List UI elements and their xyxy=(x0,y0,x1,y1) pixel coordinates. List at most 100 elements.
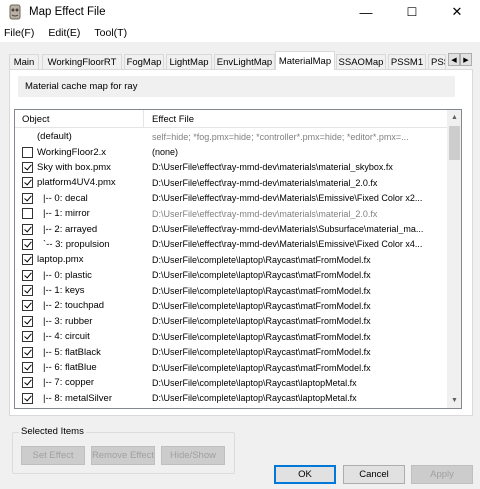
table-row[interactable]: `-- 3: propulsion D:\UserFile\effect\ray-… xyxy=(15,237,447,252)
row-checkbox[interactable] xyxy=(22,377,33,389)
table-row[interactable]: |-- 7: copper D:\UserFile\complete\laptop… xyxy=(15,375,447,390)
effect-file-cell: (none) xyxy=(152,147,179,158)
ok-button[interactable]: OK xyxy=(274,465,336,484)
table-row[interactable]: |-- 1: mirror D:\UserFile\effect\ray-mmd-… xyxy=(15,206,447,221)
app-icon xyxy=(9,4,21,20)
object-name: |-- 9: metalBlack xyxy=(43,408,111,409)
object-cell: |-- 2: arrayed xyxy=(15,223,144,235)
row-checkbox[interactable] xyxy=(22,392,33,404)
row-checkbox[interactable] xyxy=(22,300,33,312)
object-effect-list[interactable]: Object Effect File (default) self=hide; *… xyxy=(14,109,462,409)
scroll-thumb[interactable] xyxy=(449,126,460,160)
effect-file-cell: D:\UserFile\complete\laptop\Raycast\matF… xyxy=(152,300,371,311)
object-cell: WorkingFloor2.x xyxy=(15,146,144,158)
table-row[interactable]: |-- 0: decal D:\UserFile\effect\ray-mmd-d… xyxy=(15,191,447,206)
table-row[interactable]: |-- 2: touchpad D:\UserFile\complete\lapt… xyxy=(15,298,447,313)
tab-materialmap[interactable]: MaterialMap xyxy=(275,51,335,70)
column-header-object[interactable]: Object xyxy=(15,110,144,128)
description-text: Material cache map for ray xyxy=(18,76,455,97)
close-button[interactable]: ✕ xyxy=(434,0,480,24)
row-checkbox[interactable] xyxy=(22,408,33,409)
table-row[interactable]: |-- 3: rubber D:\UserFile\complete\laptop… xyxy=(15,314,447,329)
menu-file[interactable]: File(F) xyxy=(4,27,34,39)
list-rows: (default) self=hide; *fog.pmx=hide; *cont… xyxy=(15,129,447,409)
hide-show-button[interactable]: Hide/Show xyxy=(161,446,225,465)
object-name: |-- 3: rubber xyxy=(43,315,93,327)
row-checkbox[interactable] xyxy=(22,315,33,327)
effect-file-cell: D:\UserFile\complete\laptop\Raycast\matF… xyxy=(152,331,371,342)
table-row[interactable]: |-- 5: flatBlack D:\UserFile\complete\lap… xyxy=(15,344,447,359)
effect-file-cell: D:\UserFile\complete\laptop\Raycast\lapt… xyxy=(152,377,357,388)
tab-ssaomap[interactable]: SSAOMap xyxy=(336,54,386,69)
row-checkbox[interactable] xyxy=(22,346,33,358)
window-title: Map Effect File xyxy=(29,6,106,18)
maximize-button[interactable]: ☐ xyxy=(389,0,435,24)
cancel-button[interactable]: Cancel xyxy=(343,465,405,484)
table-row[interactable]: (default) self=hide; *fog.pmx=hide; *cont… xyxy=(15,129,447,144)
row-checkbox[interactable] xyxy=(22,208,33,220)
vertical-scrollbar[interactable]: ▲ ▼ xyxy=(447,110,461,408)
row-checkbox[interactable] xyxy=(22,269,33,281)
remove-effect-button[interactable]: Remove Effect xyxy=(91,446,155,465)
menu-tool[interactable]: Tool(T) xyxy=(94,27,127,39)
scroll-down-icon[interactable]: ▼ xyxy=(447,393,461,408)
table-row[interactable]: |-- 6: flatBlue D:\UserFile\complete\lapt… xyxy=(15,360,447,375)
object-name: |-- 8: metalSilver xyxy=(43,392,112,404)
table-row[interactable]: Sky with box.pmx D:\UserFile\effect\ray-m… xyxy=(15,160,447,175)
table-row[interactable]: |-- 4: circuit D:\UserFile\complete\lapto… xyxy=(15,329,447,344)
table-row[interactable]: |-- 2: arrayed D:\UserFile\effect\ray-mmd… xyxy=(15,221,447,236)
object-name: |-- 2: touchpad xyxy=(43,300,105,312)
object-cell: |-- 1: mirror xyxy=(15,208,144,220)
effect-file-cell: D:\UserFile\effect\ray-mmd-dev\Materials… xyxy=(152,193,423,204)
object-name: |-- 0: decal xyxy=(43,192,88,204)
effect-file-cell: D:\UserFile\complete\laptop\Raycast\matF… xyxy=(152,254,371,265)
row-checkbox[interactable] xyxy=(22,285,33,297)
table-row[interactable]: |-- 8: metalSilver D:\UserFile\complete\l… xyxy=(15,391,447,406)
minimize-button[interactable]: — xyxy=(343,0,389,24)
set-effect-button[interactable]: Set Effect xyxy=(21,446,85,465)
table-row[interactable]: |-- 9: metalBlackD:\UserFile\complete\la… xyxy=(15,406,447,409)
selected-items-label: Selected Items xyxy=(19,426,86,437)
effect-file-cell: D:\UserFile\complete\laptop\Raycast\matF… xyxy=(152,347,371,358)
object-name: |-- 1: keys xyxy=(43,285,85,297)
row-checkbox[interactable] xyxy=(22,238,33,250)
tab-main[interactable]: Main xyxy=(9,54,39,69)
menu-edit[interactable]: Edit(E) xyxy=(48,27,80,39)
apply-button[interactable]: Apply xyxy=(411,465,473,484)
object-cell: |-- 0: decal xyxy=(15,192,144,204)
table-row[interactable]: |-- 0: plastic D:\UserFile\complete\lapto… xyxy=(15,268,447,283)
row-checkbox[interactable] xyxy=(22,146,33,158)
tab-envlightmap[interactable]: EnvLightMap xyxy=(214,54,275,69)
tab-pssm1[interactable]: PSSM1 xyxy=(388,54,426,69)
object-name: platform4UV4.pmx xyxy=(37,177,116,189)
table-row[interactable]: |-- 1: keys D:\UserFile\complete\laptop\R… xyxy=(15,283,447,298)
table-row[interactable]: platform4UV4.pmx D:\UserFile\effect\ray-m… xyxy=(15,175,447,190)
object-name: Sky with box.pmx xyxy=(37,161,111,173)
row-checkbox[interactable] xyxy=(22,362,33,374)
tab-scroll-right-icon[interactable]: ▶ xyxy=(460,53,472,66)
object-cell: Sky with box.pmx xyxy=(15,161,144,173)
tab-scroll-left-icon[interactable]: ◀ xyxy=(448,53,460,66)
table-row[interactable]: laptop.pmx D:\UserFile\complete\laptop\Ra… xyxy=(15,252,447,267)
tab-lightmap[interactable]: LightMap xyxy=(166,54,212,69)
row-checkbox[interactable] xyxy=(22,223,33,235)
tab-workingfloorrt[interactable]: WorkingFloorRT xyxy=(42,54,122,69)
column-header-effect-file[interactable]: Effect File xyxy=(144,110,447,128)
object-cell: |-- 8: metalSilver xyxy=(15,392,144,404)
row-checkbox[interactable] xyxy=(22,177,33,189)
object-cell: |-- 3: rubber xyxy=(15,315,144,327)
table-row[interactable]: WorkingFloor2.x (none) xyxy=(15,144,447,159)
effect-file-cell: D:\UserFile\complete\laptop\Raycast\matF… xyxy=(152,362,371,373)
tab-pss[interactable]: PSS xyxy=(428,54,446,69)
object-cell: |-- 6: flatBlue xyxy=(15,362,144,374)
row-checkbox[interactable] xyxy=(22,192,33,204)
scroll-up-icon[interactable]: ▲ xyxy=(447,110,461,125)
row-checkbox[interactable] xyxy=(22,161,33,173)
row-checkbox[interactable] xyxy=(22,331,33,343)
tab-fogmap[interactable]: FogMap xyxy=(124,54,164,69)
object-cell: |-- 1: keys xyxy=(15,285,144,297)
object-cell: |-- 5: flatBlack xyxy=(15,346,144,358)
row-checkbox[interactable] xyxy=(22,254,33,266)
object-cell: `-- 3: propulsion xyxy=(15,238,144,250)
object-cell: |-- 7: copper xyxy=(15,377,144,389)
